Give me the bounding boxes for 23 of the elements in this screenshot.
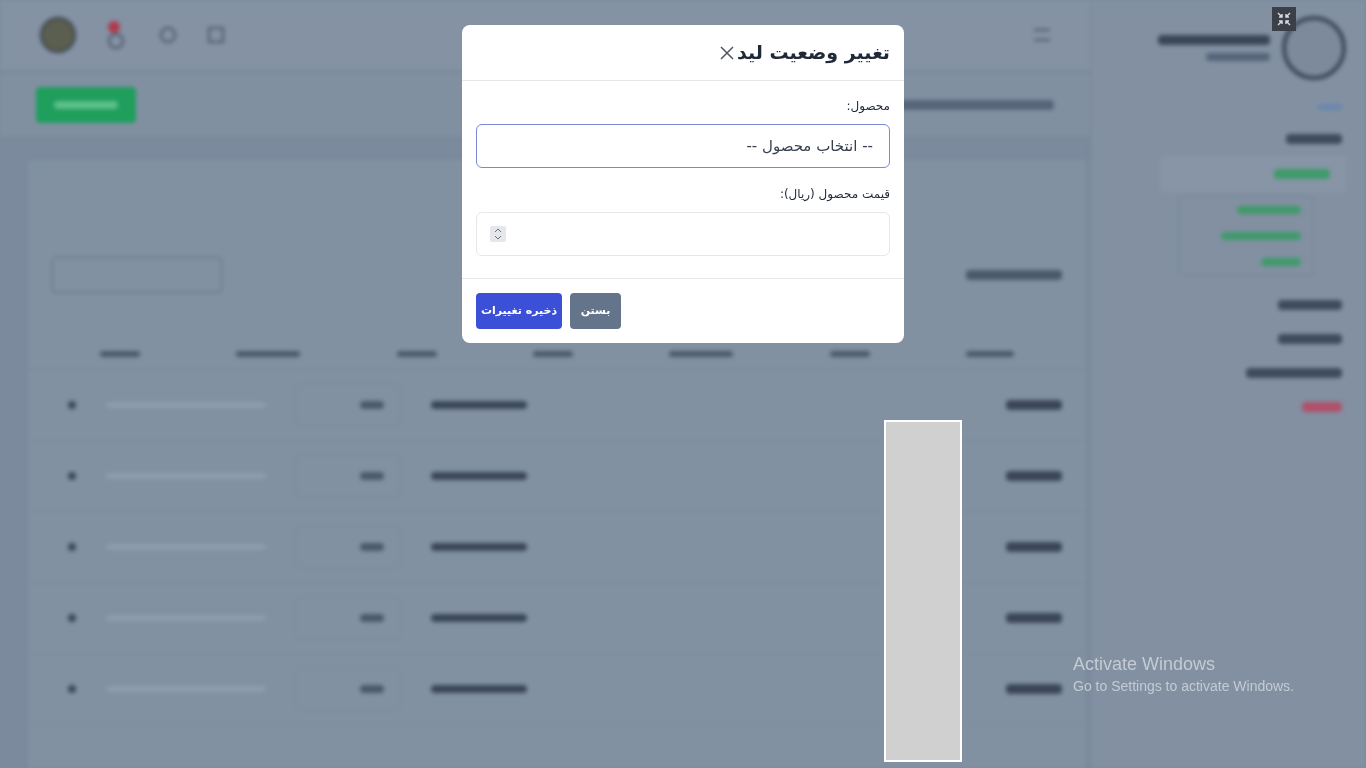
blurred-text <box>1005 542 1062 552</box>
activation-subtitle: Go to Settings to activate Windows. <box>1073 677 1294 696</box>
blurred-text <box>1005 471 1062 481</box>
price-input[interactable] <box>476 212 890 256</box>
modal-title: تغییر وضعیت لید <box>736 40 890 66</box>
save-button[interactable]: ذخیره تغییرات <box>476 293 562 329</box>
product-select[interactable]: -- انتخاب محصول -- <box>476 124 890 168</box>
blurred-text <box>1302 402 1342 412</box>
blurred-text <box>1206 53 1270 61</box>
field-label: محصول: <box>845 98 890 115</box>
blurred-text <box>1005 400 1062 410</box>
blurred-text <box>1278 334 1342 344</box>
avatar-icon <box>40 17 76 53</box>
spinner-icon[interactable] <box>490 226 506 242</box>
blurred-text <box>1005 613 1062 623</box>
field-label: قیمت محصول (ریال): <box>778 186 890 203</box>
blurred-text <box>1005 684 1062 694</box>
logo-icon <box>1282 16 1346 80</box>
close-button[interactable]: بستن <box>570 293 621 329</box>
exit-fullscreen-icon[interactable] <box>1272 7 1296 31</box>
blurred-text <box>1278 300 1342 310</box>
blurred-text <box>1286 134 1342 144</box>
activation-title: Activate Windows <box>1073 653 1216 676</box>
